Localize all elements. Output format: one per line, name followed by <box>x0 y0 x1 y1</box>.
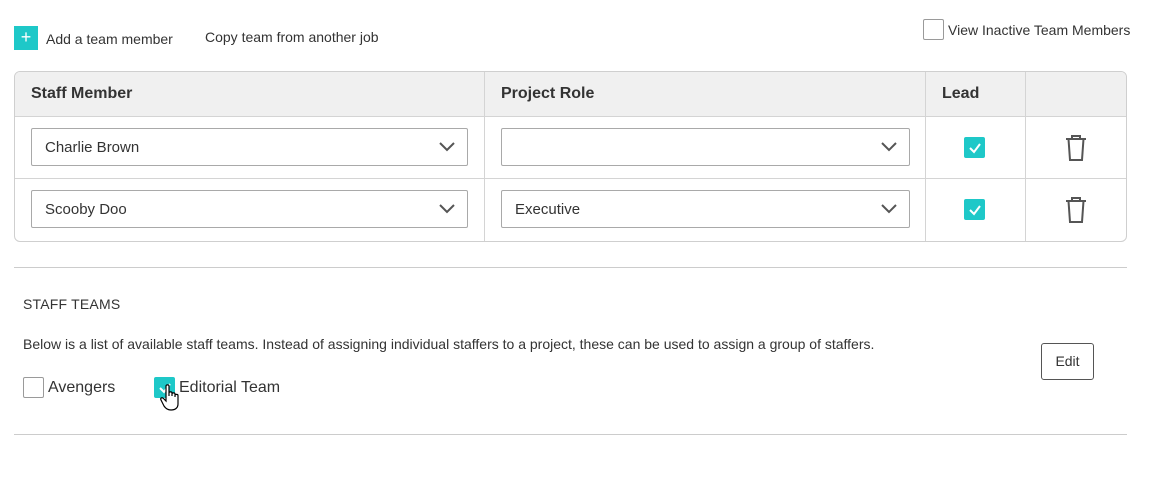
staff-teams-title: STAFF TEAMS <box>23 296 121 312</box>
staff-member-value: Charlie Brown <box>45 139 140 156</box>
team-label: Editorial Team <box>179 378 281 396</box>
edit-button[interactable]: Edit <box>1041 343 1094 380</box>
copy-team-link[interactable]: Copy team from another job <box>205 29 379 45</box>
check-icon <box>969 205 981 216</box>
team-label: Avengers <box>48 378 116 396</box>
header-staff-member: Staff Member <box>31 85 133 102</box>
table-row: Charlie Brown <box>15 117 1126 179</box>
view-inactive-label: View Inactive Team Members <box>948 21 1131 38</box>
header-project-role: Project Role <box>501 85 595 102</box>
project-role-value: Executive <box>515 201 581 218</box>
staff-member-select[interactable]: Charlie Brown <box>31 128 468 166</box>
header-lead: Lead <box>942 85 980 102</box>
staff-teams-description: Below is a list of available staff teams… <box>23 336 875 352</box>
view-inactive-toggle[interactable]: View Inactive Team Members <box>923 19 1130 40</box>
lead-checkbox[interactable] <box>964 137 985 158</box>
chevron-down-icon <box>439 204 455 214</box>
table-row: Scooby Doo Executive <box>15 179 1126 241</box>
view-inactive-checkbox[interactable] <box>923 19 944 40</box>
chevron-down-icon <box>881 204 897 214</box>
team-option-avengers[interactable]: Avengers <box>23 377 115 398</box>
chevron-down-icon <box>439 142 455 152</box>
lead-checkbox[interactable] <box>964 199 985 220</box>
section-divider <box>14 434 1127 435</box>
table-header-row: Staff Member Project Role Lead <box>15 72 1126 117</box>
add-team-member-link[interactable]: Add a team member <box>46 31 173 47</box>
trash-icon[interactable] <box>1064 134 1088 162</box>
project-role-select[interactable]: Executive <box>501 190 910 228</box>
section-divider <box>14 267 1127 268</box>
chevron-down-icon <box>881 142 897 152</box>
team-checkbox[interactable] <box>23 377 44 398</box>
staff-member-select[interactable]: Scooby Doo <box>31 190 468 228</box>
hand-pointer-icon <box>160 384 179 411</box>
trash-icon[interactable] <box>1064 196 1088 224</box>
add-team-member-icon-button[interactable]: + <box>14 26 38 50</box>
team-members-table: Staff Member Project Role Lead Charlie B… <box>14 71 1127 242</box>
check-icon <box>969 143 981 154</box>
staff-member-value: Scooby Doo <box>45 201 127 218</box>
project-role-select[interactable] <box>501 128 910 166</box>
